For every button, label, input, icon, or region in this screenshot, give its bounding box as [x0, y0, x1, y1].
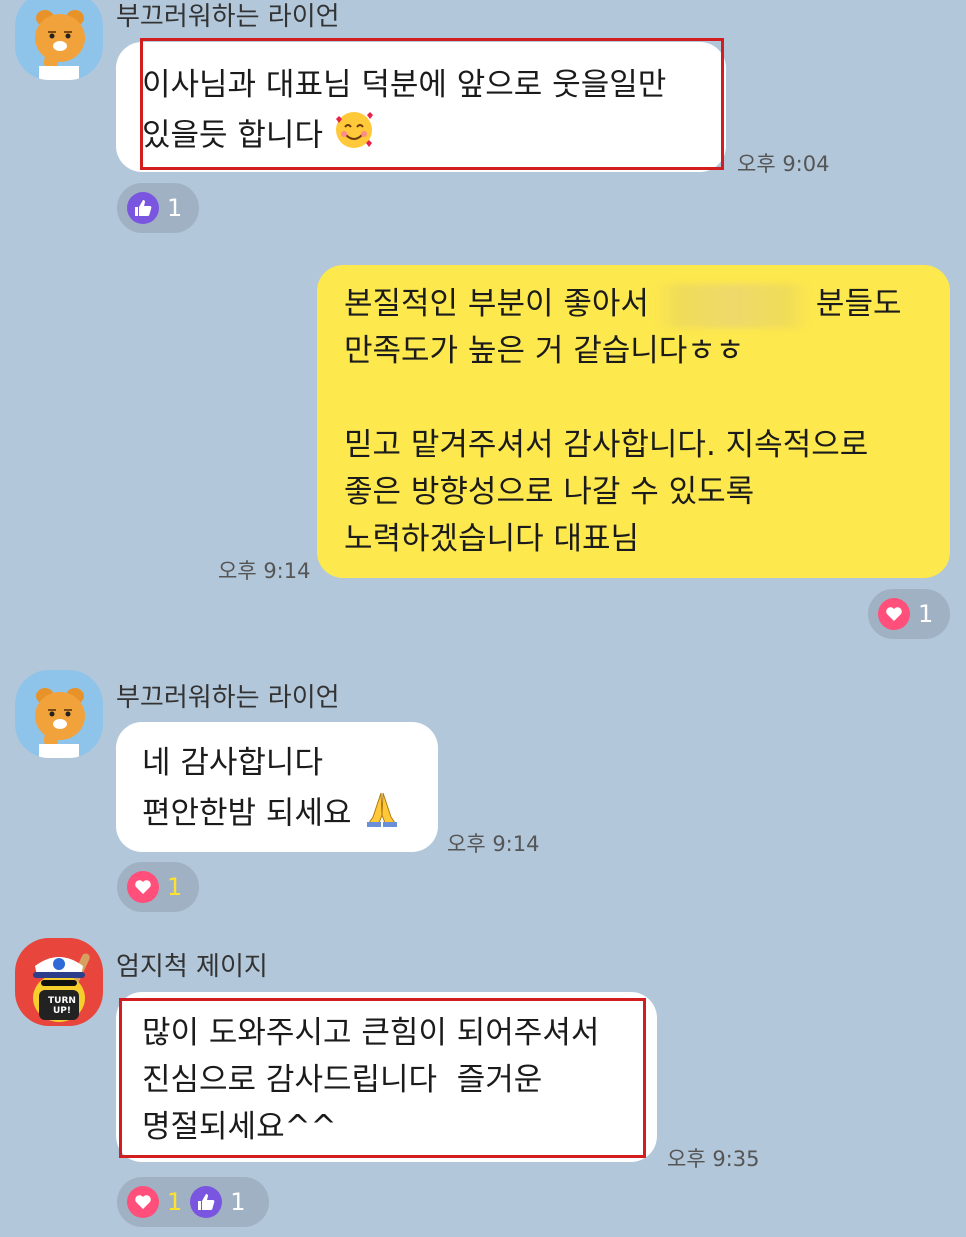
message-text: 본질적인 부분이 좋아서 — [344, 286, 649, 322]
thumbs-up-icon — [127, 192, 159, 224]
sender-name: 부끄러워하는 라이언 — [116, 2, 340, 32]
sender-name: 엄지척 제이지 — [116, 952, 268, 982]
ryan-avatar-icon — [35, 10, 85, 80]
reaction-chip[interactable]: 1 — [117, 183, 199, 233]
avatar-ryan[interactable] — [15, 0, 103, 80]
reaction-count: 1 — [167, 873, 183, 901]
avatar-jay-g[interactable]: TURN UP! — [15, 938, 103, 1026]
thumbs-up-icon — [190, 1186, 223, 1218]
message-text: 좋은 방향성으로 나갈 수 있도록 — [344, 474, 755, 510]
message-text: 믿고 맡겨주셔서 감사합니다. 지속적으로 — [344, 427, 869, 463]
message-bubble[interactable]: 많이 도와주시고 큰힘이 되어주셔서 진심으로 감사드립니다 즐거운 명절되세요… — [116, 992, 657, 1162]
reaction-chip[interactable]: 1 1 — [117, 1177, 269, 1227]
message-time: 오후 9:14 — [218, 559, 311, 583]
message-text: 편안한밤 되세요 — [142, 795, 352, 832]
message-time: 오후 9:35 — [667, 1147, 760, 1171]
message-text: 분들도 — [815, 286, 902, 322]
avatar-badge-text: TURN UP! — [48, 996, 76, 1016]
heart-icon — [878, 598, 910, 630]
my-message-bubble[interactable]: 본질적인 부분이 좋아서 분들도 만족도가 높은 거 같습니다ㅎㅎ 믿고 맡겨주셔… — [317, 265, 950, 578]
message-text: 많이 도와주시고 큰힘이 되어주셔서 — [142, 1015, 600, 1051]
message-text: 노력하겠습니다 대표님 — [344, 521, 640, 557]
message-bubble[interactable]: 네 감사합니다 편안한밤 되세요 — [116, 722, 438, 852]
message-text: 만족도가 높은 거 같습니다ㅎㅎ — [344, 333, 745, 369]
reaction-count: 1 — [167, 194, 183, 222]
reaction-chip[interactable]: 1 — [868, 589, 950, 639]
message-text: 명절되세요^^ — [142, 1109, 337, 1145]
reaction-chip[interactable]: 1 — [117, 862, 199, 912]
message-text — [344, 375, 901, 422]
heart-icon — [127, 1186, 159, 1218]
message-time: 오후 9:04 — [737, 152, 830, 176]
message-text: 진심으로 감사드립니다 즐거운 — [142, 1062, 543, 1098]
folded-hands-icon — [361, 787, 403, 843]
reaction-count: 1 — [918, 600, 934, 628]
sender-name: 부끄러워하는 라이언 — [116, 683, 340, 713]
avatar-ryan[interactable] — [15, 670, 103, 758]
message-text: 이사님과 대표님 덕분에 앞으로 웃을일만 — [142, 67, 667, 103]
smiling-face-with-hearts-icon — [333, 109, 375, 165]
reaction-count: 1 — [230, 1188, 246, 1216]
blurred-redaction — [654, 283, 810, 328]
reaction-count: 1 — [167, 1188, 183, 1216]
heart-icon — [127, 871, 159, 903]
message-text: 있을듯 합니다 — [142, 117, 323, 154]
message-bubble[interactable]: 이사님과 대표님 덕분에 앞으로 웃을일만 있을듯 합니다 — [116, 38, 726, 172]
message-text: 네 감사합니다 — [142, 745, 323, 781]
message-time: 오후 9:14 — [447, 832, 540, 856]
ryan-avatar-icon — [35, 688, 85, 758]
